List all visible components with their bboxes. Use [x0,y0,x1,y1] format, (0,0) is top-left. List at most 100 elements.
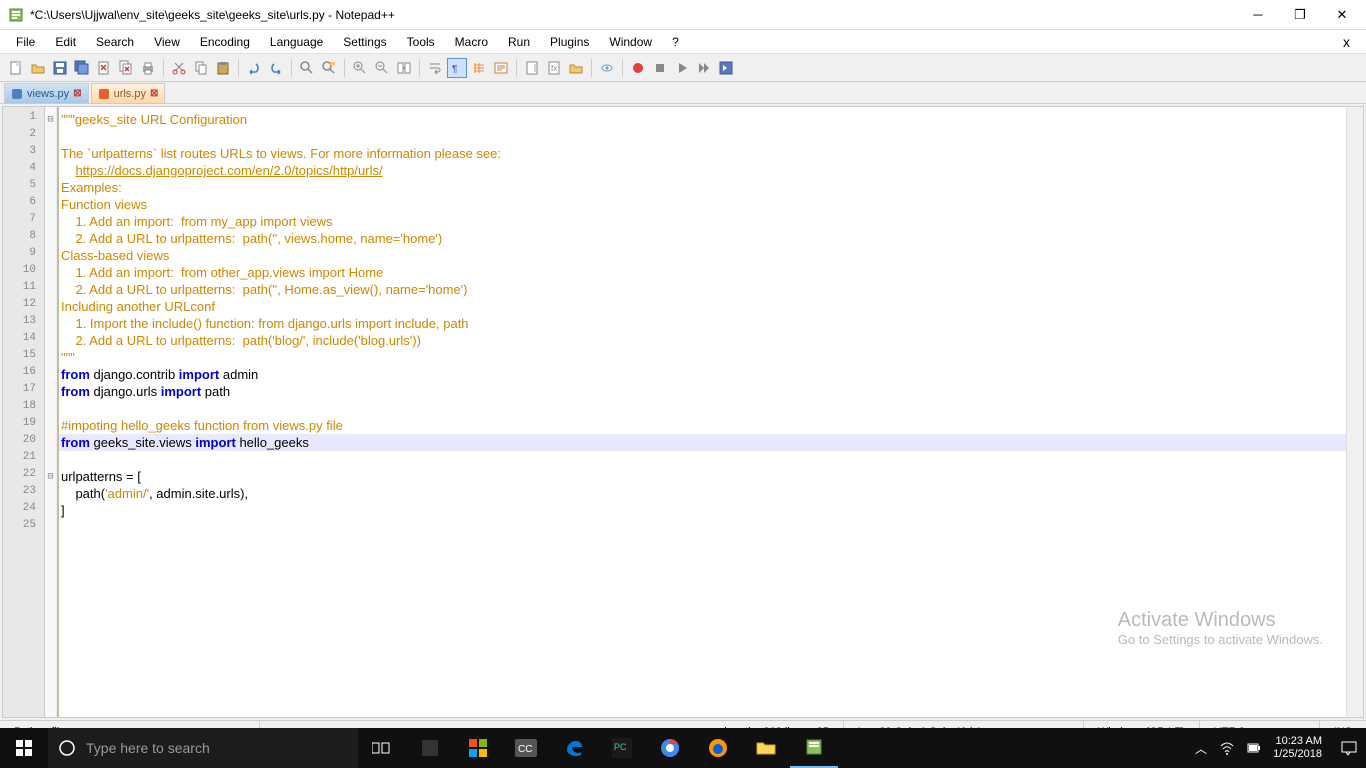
task-view-icon[interactable] [358,728,406,768]
taskbar-app-edge[interactable] [550,728,598,768]
code-line[interactable]: urlpatterns = [ [59,468,1346,485]
record-macro-icon[interactable] [628,58,648,78]
taskbar-app-chrome[interactable] [646,728,694,768]
play-multi-icon[interactable] [694,58,714,78]
code-line[interactable] [59,400,1346,417]
close-file-icon[interactable] [94,58,114,78]
code-line[interactable]: 1. Add an import: from other_app.views i… [59,264,1346,281]
code-line[interactable]: 2. Add a URL to urlpatterns: path('', vi… [59,230,1346,247]
save-macro-icon[interactable] [716,58,736,78]
menu-settings[interactable]: Settings [333,33,396,51]
menu-tools[interactable]: Tools [397,33,445,51]
code-line[interactable]: from django.urls import path [59,383,1346,400]
code-line[interactable]: Function views [59,196,1346,213]
menu-search[interactable]: Search [86,33,144,51]
new-file-icon[interactable] [6,58,26,78]
fold-marker[interactable]: ⊟ [45,111,56,128]
tab-close-icon[interactable]: ⊠ [73,88,81,99]
menu-close-icon[interactable]: x [1333,34,1360,50]
code-line[interactable]: 2. Add a URL to urlpatterns: path('', Ho… [59,281,1346,298]
taskbar-search[interactable]: Type here to search [48,728,358,768]
code-line[interactable]: """ [59,349,1346,366]
code-line[interactable]: Examples: [59,179,1346,196]
taskbar-app-store[interactable] [454,728,502,768]
code-line[interactable]: The `urlpatterns` list routes URLs to vi… [59,145,1346,162]
tab-close-icon[interactable]: ⊠ [150,88,158,99]
redo-icon[interactable] [266,58,286,78]
cut-icon[interactable] [169,58,189,78]
func-list-icon[interactable]: fx [544,58,564,78]
code-line[interactable]: Including another URLconf [59,298,1346,315]
open-file-icon[interactable] [28,58,48,78]
code-area[interactable]: """geeks_site URL Configuration The `urlp… [59,107,1346,717]
wifi-icon[interactable] [1219,740,1235,756]
zoom-out-icon[interactable] [372,58,392,78]
monitor-icon[interactable] [597,58,617,78]
close-button[interactable]: ✕ [1330,3,1354,27]
code-line[interactable]: Class-based views [59,247,1346,264]
vertical-scrollbar[interactable] [1346,107,1363,717]
wordwrap-icon[interactable] [425,58,445,78]
indent-guide-icon[interactable] [469,58,489,78]
menu-file[interactable]: File [6,33,45,51]
start-button[interactable] [0,728,48,768]
code-line[interactable]: ] [59,502,1346,519]
copy-icon[interactable] [191,58,211,78]
menu-view[interactable]: View [144,33,190,51]
taskbar-app-firefox[interactable] [694,728,742,768]
code-line[interactable] [59,128,1346,145]
code-line[interactable]: from django.contrib import admin [59,366,1346,383]
maximize-button[interactable]: ❐ [1288,3,1312,27]
code-line[interactable]: 1. Add an import: from my_app import vie… [59,213,1346,230]
file-tab-views-py[interactable]: views.py⊠ [4,83,89,103]
taskbar-app-cortana[interactable] [406,728,454,768]
code-line[interactable]: from geeks_site.views import hello_geeks [59,434,1346,451]
menu-window[interactable]: Window [599,33,662,51]
taskbar-app-cc[interactable]: CC [502,728,550,768]
code-line[interactable] [59,519,1346,536]
code-line[interactable]: 2. Add a URL to urlpatterns: path('blog/… [59,332,1346,349]
replace-icon[interactable] [319,58,339,78]
minimize-button[interactable]: ─ [1246,3,1270,27]
zoom-in-icon[interactable] [350,58,370,78]
system-tray[interactable]: ︿ 10:23 AM 1/25/2018 [1187,735,1366,761]
find-icon[interactable] [297,58,317,78]
code-line[interactable]: 1. Import the include() function: from d… [59,315,1346,332]
stop-macro-icon[interactable] [650,58,670,78]
close-all-icon[interactable] [116,58,136,78]
code-line[interactable]: #impoting hello_geeks function from view… [59,417,1346,434]
menu-macro[interactable]: Macro [445,33,498,51]
play-macro-icon[interactable] [672,58,692,78]
print-icon[interactable] [138,58,158,78]
show-chars-icon[interactable]: ¶ [447,58,467,78]
taskbar-app-notepadpp[interactable] [790,728,838,768]
menu-plugins[interactable]: Plugins [540,33,599,51]
user-lang-icon[interactable] [491,58,511,78]
doc-map-icon[interactable] [522,58,542,78]
undo-icon[interactable] [244,58,264,78]
taskbar-app-explorer[interactable] [742,728,790,768]
code-line[interactable] [59,451,1346,468]
menu-edit[interactable]: Edit [45,33,86,51]
code-line[interactable]: https://docs.djangoproject.com/en/2.0/to… [59,162,1346,179]
menu-language[interactable]: Language [260,33,333,51]
notifications-icon[interactable] [1340,739,1358,757]
sync-scroll-icon[interactable] [394,58,414,78]
menu-encoding[interactable]: Encoding [190,33,260,51]
save-all-icon[interactable] [72,58,92,78]
save-icon[interactable] [50,58,70,78]
paste-icon[interactable] [213,58,233,78]
battery-icon[interactable] [1247,740,1261,756]
fold-marker[interactable]: ⊟ [45,468,56,485]
taskbar-app-pycharm[interactable]: PC [598,728,646,768]
taskbar-clock[interactable]: 10:23 AM 1/25/2018 [1273,735,1328,761]
menu-run[interactable]: Run [498,33,540,51]
tray-chevron-icon[interactable]: ︿ [1195,740,1207,757]
menu-help[interactable]: ? [662,33,689,51]
fold-column[interactable]: ⊟⊟ [45,107,57,717]
code-line[interactable]: """geeks_site URL Configuration [59,111,1346,128]
folder-view-icon[interactable] [566,58,586,78]
file-tab-urls-py[interactable]: urls.py⊠ [91,83,166,103]
code-line[interactable]: path('admin/', admin.site.urls), [59,485,1346,502]
editor-area[interactable]: 1234567891011121314151617181920212223242… [2,106,1364,718]
